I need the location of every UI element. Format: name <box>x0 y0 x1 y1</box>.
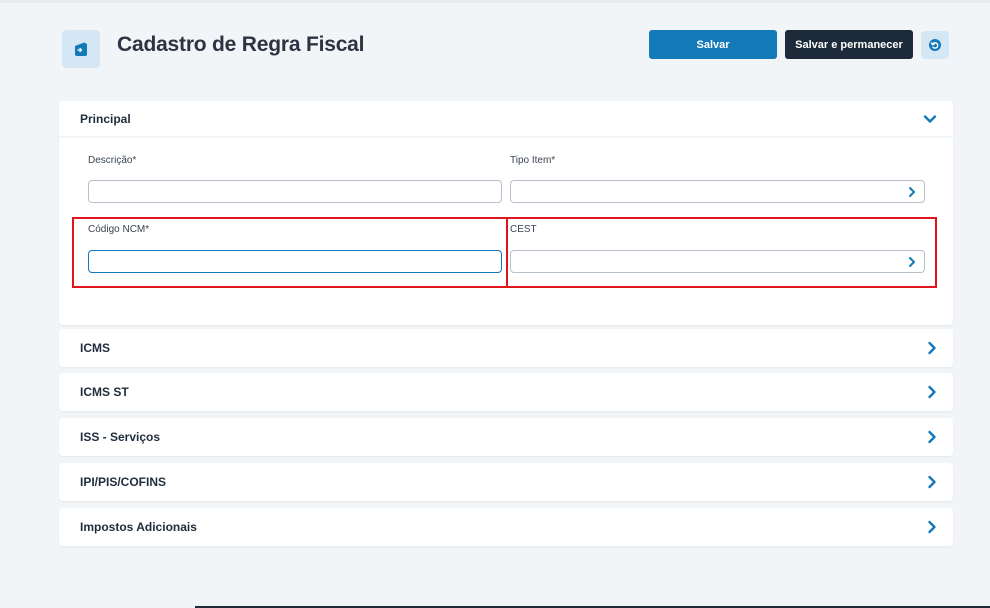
impostos-adicionais-section-header[interactable]: Impostos Adicionais <box>59 508 953 546</box>
icms-st-section: ICMS ST <box>59 373 953 411</box>
icms-st-section-title: ICMS ST <box>80 385 129 399</box>
codigo-ncm-input[interactable] <box>88 250 502 273</box>
cest-select[interactable] <box>510 250 925 273</box>
cest-label: CEST <box>510 224 537 235</box>
tipo-item-label: Tipo Item* <box>510 155 556 166</box>
principal-divider <box>59 136 953 138</box>
iss-section: ISS - Serviços <box>59 418 953 456</box>
descricao-label: Descrição* <box>88 155 137 166</box>
icms-section-title: ICMS <box>80 341 110 355</box>
icms-st-section-header[interactable]: ICMS ST <box>59 373 953 411</box>
ipi-pis-cofins-section-title: IPI/PIS/COFINS <box>80 475 167 489</box>
chevron-right-icon[interactable] <box>927 475 937 489</box>
chevron-right-icon[interactable] <box>927 430 937 444</box>
principal-section: Principal Descrição* Tipo Item* Código N… <box>59 101 953 325</box>
chevron-right-icon <box>909 187 915 197</box>
fiscal-rule-icon <box>62 30 100 68</box>
iss-section-title: ISS - Serviços <box>80 430 161 444</box>
chevron-right-icon[interactable] <box>927 341 937 355</box>
icms-section-header[interactable]: ICMS <box>59 329 953 367</box>
iss-section-header[interactable]: ISS - Serviços <box>59 418 953 456</box>
chevron-down-icon[interactable] <box>923 114 937 124</box>
principal-section-title: Principal <box>80 111 131 126</box>
top-divider <box>0 0 990 3</box>
back-button[interactable] <box>921 31 949 59</box>
icms-section: ICMS <box>59 329 953 367</box>
chevron-right-icon[interactable] <box>927 520 937 534</box>
ipi-pis-cofins-section: IPI/PIS/COFINS <box>59 463 953 501</box>
codigo-ncm-label: Código NCM* <box>88 224 150 235</box>
undo-icon <box>929 39 941 51</box>
chevron-right-icon <box>909 257 915 267</box>
save-button[interactable]: Salvar <box>649 30 777 59</box>
tipo-item-select[interactable] <box>510 180 925 203</box>
impostos-adicionais-section-title: Impostos Adicionais <box>80 520 197 534</box>
save-and-stay-button[interactable]: Salvar e permanecer <box>785 30 913 59</box>
chevron-right-icon[interactable] <box>927 385 937 399</box>
page-title: Cadastro de Regra Fiscal <box>117 33 365 56</box>
principal-section-header[interactable]: Principal <box>59 101 953 136</box>
descricao-input[interactable] <box>88 180 502 203</box>
impostos-adicionais-section: Impostos Adicionais <box>59 508 953 546</box>
ipi-pis-cofins-section-header[interactable]: IPI/PIS/COFINS <box>59 463 953 501</box>
